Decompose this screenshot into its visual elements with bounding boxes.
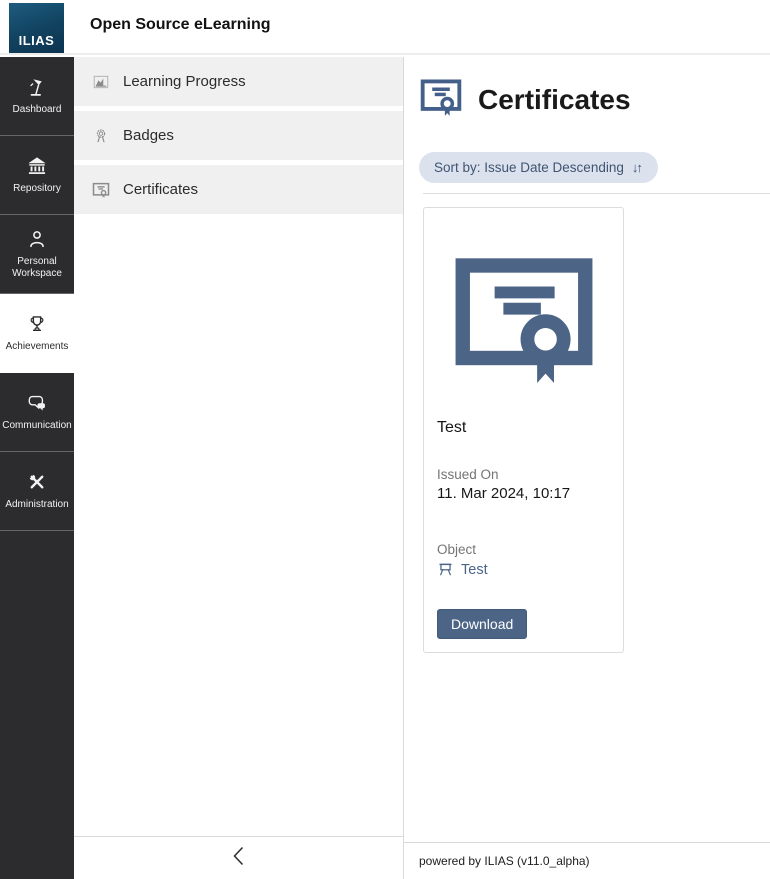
sort-by-label: Sort by: Issue Date Descending (434, 160, 624, 175)
object-row: Test (437, 561, 610, 578)
sidebar-item-label: Achievements (6, 341, 69, 353)
object-link[interactable]: Test (461, 562, 488, 578)
sidebar-item-label: Administration (5, 499, 68, 511)
certificate-card-body: Test Issued On 11. Mar 2024, 10:17 Objec… (424, 419, 623, 639)
certificate-icon (419, 75, 463, 124)
collapse-panel-button[interactable] (74, 836, 403, 879)
slate-item-label: Learning Progress (123, 73, 246, 90)
sidebar-item-administration[interactable]: Administration (0, 452, 74, 531)
trophy-icon (26, 313, 48, 335)
ilias-logo-text: ILIAS (19, 33, 55, 48)
slate-item-certificates[interactable]: Certificates (74, 165, 403, 214)
certificate-icon (92, 181, 110, 199)
certificate-icon (449, 242, 599, 394)
sidebar-item-personal-workspace[interactable]: Personal Workspace (0, 215, 74, 294)
slate-item-label: Certificates (123, 181, 198, 198)
content-area: Certificates Sort by: Issue Date Descend… (404, 57, 770, 879)
issued-on-value: 11. Mar 2024, 10:17 (437, 485, 610, 502)
slate-item-badges[interactable]: Badges (74, 111, 403, 160)
powered-by-text: powered by ILIAS (v11.0_alpha) (419, 854, 590, 868)
test-object-icon (437, 561, 454, 578)
slate-item-label: Badges (123, 127, 174, 144)
slate-item-learning-progress[interactable]: Learning Progress (74, 57, 403, 106)
chat-icon (26, 392, 48, 414)
sort-arrows-icon: ↓↑ (632, 160, 643, 175)
area-chart-icon (92, 73, 110, 91)
bank-icon (26, 155, 48, 177)
certificate-title: Test (437, 419, 610, 437)
achievements-slate-panel: Learning Progress Badges (74, 57, 404, 879)
sidebar-item-label: Communication (2, 420, 71, 432)
sidebar-item-communication[interactable]: Communication (0, 373, 74, 452)
badge-icon (92, 127, 110, 145)
content-header: Certificates (419, 75, 770, 124)
download-button[interactable]: Download (437, 609, 527, 639)
ilias-logo[interactable]: ILIAS (9, 3, 64, 53)
sidebar-item-repository[interactable]: Repository (0, 136, 74, 215)
sidebar-item-label: Dashboard (13, 104, 62, 116)
tools-icon (26, 471, 48, 493)
person-icon (26, 228, 48, 250)
certificate-card: Test Issued On 11. Mar 2024, 10:17 Objec… (423, 207, 624, 653)
sidebar-item-label: Personal Workspace (0, 256, 74, 280)
sort-by-button[interactable]: Sort by: Issue Date Descending ↓↑ (419, 152, 658, 183)
sidebar-item-dashboard[interactable]: Dashboard (0, 57, 74, 136)
footer: powered by ILIAS (v11.0_alpha) (404, 842, 770, 879)
main-sidebar: Dashboard Repository (0, 57, 74, 879)
content-title: Certificates (478, 84, 631, 116)
object-label: Object (437, 542, 610, 557)
lamp-icon (26, 76, 48, 98)
divider (423, 193, 770, 194)
sidebar-item-label: Repository (13, 183, 61, 195)
page-title: Open Source eLearning (90, 16, 270, 34)
chevron-left-icon (232, 846, 245, 871)
top-bar: ILIAS Open Source eLearning (0, 0, 770, 55)
sidebar-item-achievements[interactable]: Achievements (0, 294, 74, 373)
issued-on-label: Issued On (437, 467, 610, 482)
main-layout: Dashboard Repository (0, 57, 770, 879)
